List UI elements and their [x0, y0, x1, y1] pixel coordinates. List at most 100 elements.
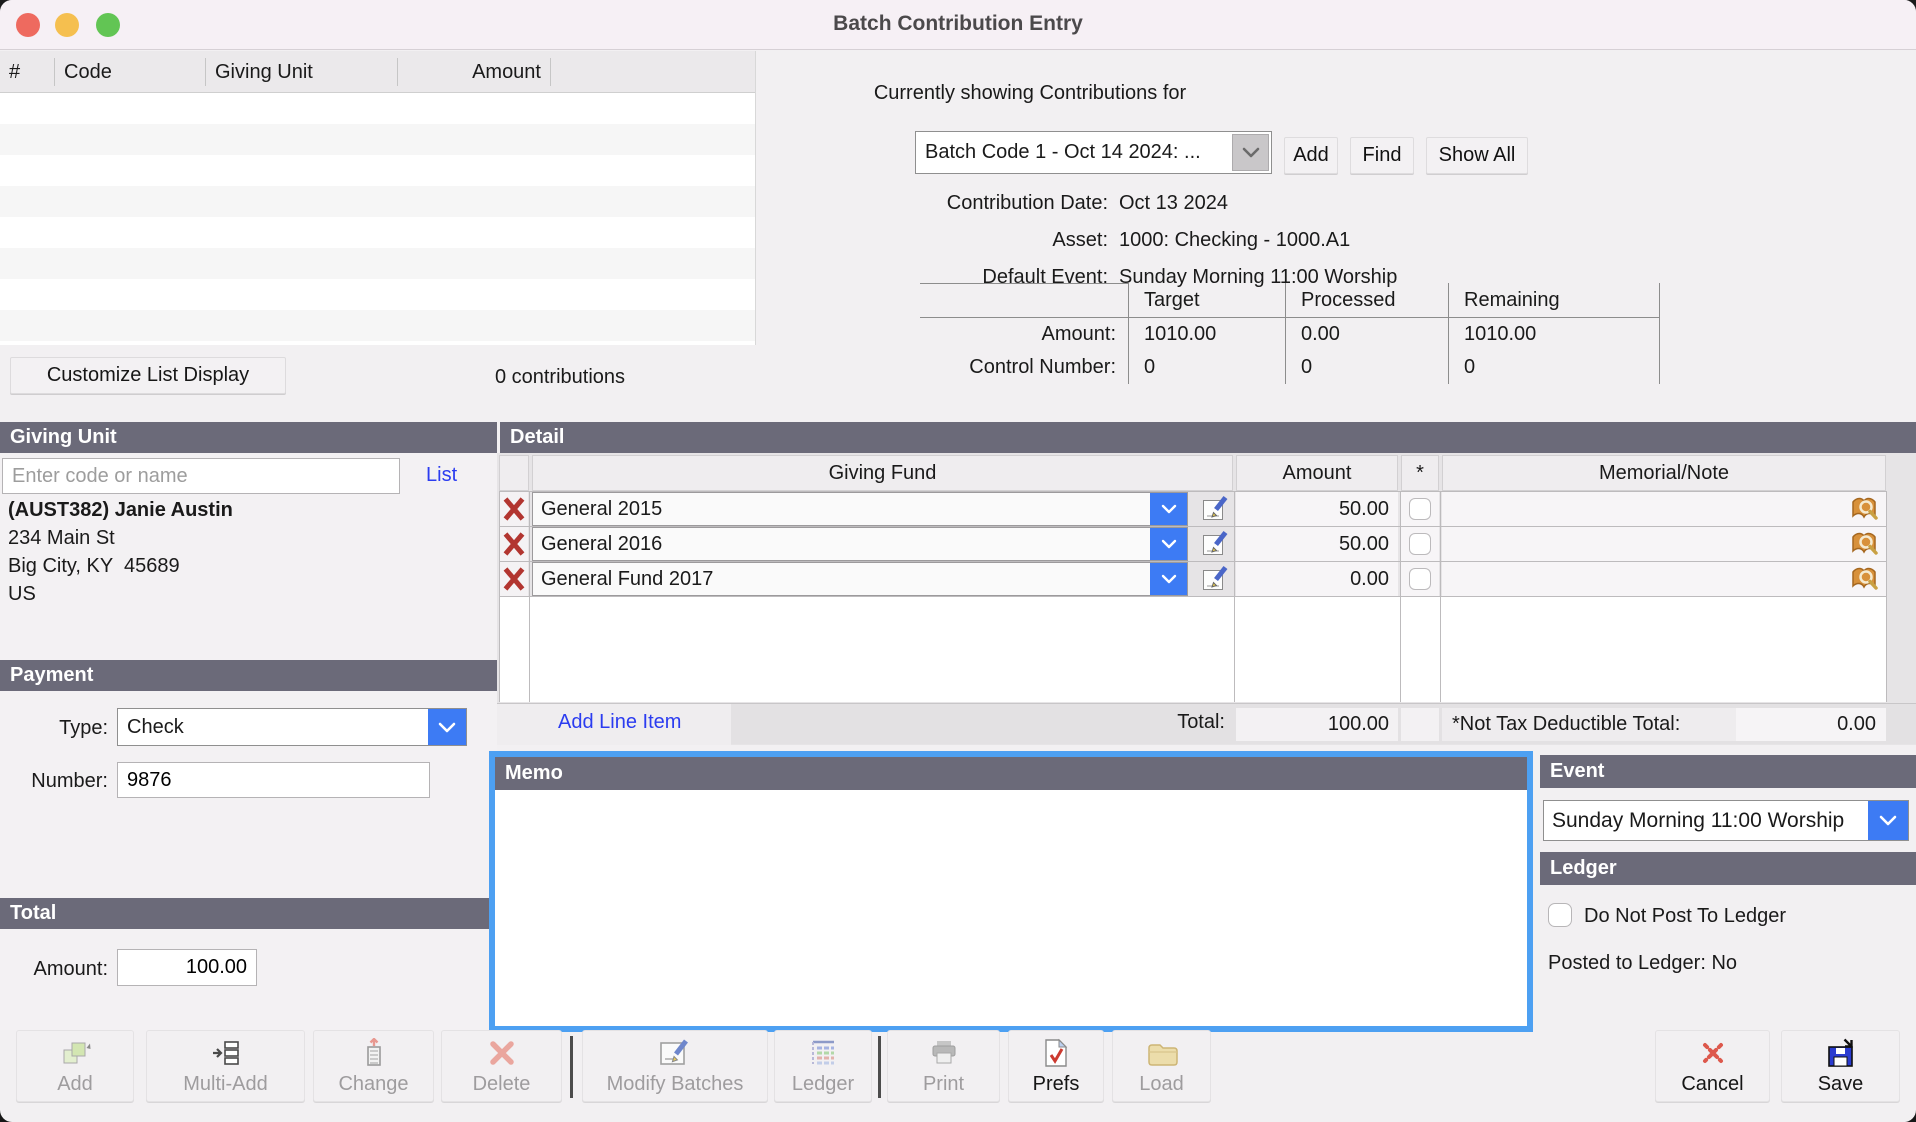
find-batch-button[interactable]: Find — [1350, 137, 1414, 174]
column-header-amount[interactable]: Amount — [398, 58, 551, 86]
line-amount-cell[interactable]: 50.00 — [1236, 492, 1398, 526]
titlebar: Batch Contribution Entry — [0, 0, 1916, 50]
checkbox[interactable] — [1409, 498, 1431, 520]
divider — [499, 526, 1886, 527]
divider — [499, 491, 1886, 492]
contribution-date-row: Contribution Date: Oct 13 2024 — [756, 188, 1556, 218]
do-not-post-checkbox[interactable] — [1548, 903, 1572, 927]
summary-control-remaining: 0 — [1448, 351, 1660, 384]
line-amount-cell[interactable]: 0.00 — [1236, 562, 1398, 596]
not-tax-deductible-checkbox[interactable] — [1401, 562, 1439, 596]
checkbox[interactable] — [1409, 568, 1431, 590]
contribution-date-value: Oct 13 2024 — [1119, 192, 1228, 215]
summary-col-remaining: Remaining — [1448, 283, 1660, 318]
asset-row: Asset: 1000: Checking - 1000.A1 — [756, 225, 1556, 255]
summary-control-target: 0 — [1128, 351, 1285, 384]
summary-col-processed: Processed — [1285, 283, 1448, 318]
memorial-note-cell[interactable] — [1442, 562, 1886, 596]
payment-number-label: Number: — [0, 770, 108, 793]
contribution-date-label: Contribution Date: — [756, 192, 1108, 215]
edit-fund-button[interactable] — [1197, 493, 1230, 525]
giving-fund-value: General 2015 — [533, 498, 1150, 521]
save-button[interactable]: Save — [1781, 1030, 1900, 1102]
delete-button[interactable]: Delete — [441, 1030, 562, 1102]
folder-icon — [1145, 1036, 1179, 1070]
ledger-button[interactable]: Ledger — [774, 1030, 872, 1102]
not-tax-deductible-label: *Not Tax Deductible Total: — [1442, 713, 1736, 736]
change-button[interactable]: Change — [313, 1030, 434, 1102]
print-button[interactable]: Print — [887, 1030, 1000, 1102]
chevron-down-icon — [1150, 528, 1187, 560]
column-header-number[interactable]: # — [0, 58, 55, 86]
detail-footer-left: Add Line Item — [497, 704, 731, 745]
giving-unit-search-input[interactable] — [2, 458, 400, 494]
divider — [499, 596, 1886, 597]
chevron-down-icon — [1868, 801, 1908, 840]
summary-amount-label: Amount: — [920, 318, 1128, 351]
multi-add-button[interactable]: Multi-Add — [146, 1030, 305, 1102]
batch-selector[interactable]: Batch Code 1 - Oct 14 2024: ... — [915, 131, 1272, 174]
toolbar-separator — [570, 1036, 573, 1098]
column-header-code[interactable]: Code — [55, 58, 206, 86]
chevron-down-icon — [1150, 493, 1187, 525]
add-batch-button[interactable]: Add — [1284, 137, 1338, 174]
delete-line-button[interactable] — [500, 492, 528, 526]
batch-summary-table: Target Processed Remaining Amount: 1010.… — [920, 283, 1660, 384]
total-amount-label: Amount: — [0, 958, 108, 981]
payment-type-select[interactable]: Check — [117, 708, 467, 746]
not-tax-deductible-checkbox[interactable] — [1401, 527, 1439, 561]
modify-batches-button[interactable]: Modify Batches — [582, 1030, 768, 1102]
giving-unit-list-link[interactable]: List — [426, 464, 457, 487]
giving-unit-address-line: Big City, KY 45689 — [8, 552, 233, 580]
detail-fund-column-header: Giving Fund — [532, 455, 1233, 491]
memo-textarea[interactable] — [495, 790, 1527, 1026]
line-amount-cell[interactable]: 50.00 — [1236, 527, 1398, 561]
column-header-giving-unit[interactable]: Giving Unit — [206, 58, 398, 86]
change-icon — [359, 1036, 389, 1070]
giving-unit-info: (AUST382) Janie Austin 234 Main St Big C… — [8, 496, 233, 608]
detail-footer: Add Line Item Total: 100.00 *Not Tax Ded… — [497, 703, 1916, 744]
memorial-search-icon[interactable] — [1850, 495, 1880, 523]
delete-line-button[interactable] — [500, 562, 528, 596]
edit-fund-button[interactable] — [1197, 528, 1230, 560]
total-amount-input[interactable] — [117, 949, 257, 986]
edit-fund-button[interactable] — [1197, 563, 1230, 595]
chevron-down-icon — [428, 709, 466, 745]
payment-number-input[interactable] — [117, 762, 430, 798]
giving-fund-select[interactable]: General Fund 2017 — [532, 562, 1188, 596]
detail-star-column-header: * — [1401, 455, 1439, 491]
memorial-search-icon[interactable] — [1850, 565, 1880, 593]
detail-section-header: Detail — [500, 422, 1916, 453]
delete-line-button[interactable] — [500, 527, 528, 561]
add-icon — [59, 1036, 91, 1070]
contributions-list: # Code Giving Unit Amount — [0, 51, 756, 345]
contributions-list-body[interactable] — [0, 93, 755, 345]
cancel-button[interactable]: Cancel — [1655, 1030, 1770, 1102]
detail-empty-area — [499, 597, 1886, 702]
summary-control-processed: 0 — [1285, 351, 1448, 384]
event-select[interactable]: Sunday Morning 11:00 Worship — [1543, 800, 1909, 841]
giving-fund-select[interactable]: General 2016 — [532, 527, 1188, 561]
multi-add-icon — [210, 1036, 242, 1070]
show-all-batches-button[interactable]: Show All — [1426, 137, 1528, 174]
cancel-x-icon — [1698, 1036, 1728, 1070]
add-contribution-button[interactable]: Add — [16, 1030, 134, 1102]
memorial-note-cell[interactable] — [1442, 527, 1886, 561]
detail-row: General Fund 2017 0.00 — [497, 562, 1916, 596]
do-not-post-label: Do Not Post To Ledger — [1584, 905, 1786, 928]
summary-col-target: Target — [1128, 283, 1285, 318]
not-tax-deductible-checkbox[interactable] — [1401, 492, 1439, 526]
toolbar-separator — [878, 1036, 881, 1098]
prefs-button[interactable]: Prefs — [1008, 1030, 1104, 1102]
checkbox[interactable] — [1409, 533, 1431, 555]
add-line-item-link[interactable]: Add Line Item — [558, 711, 681, 734]
giving-fund-select[interactable]: General 2015 — [532, 492, 1188, 526]
memorial-note-cell[interactable] — [1442, 492, 1886, 526]
contribution-count-text: 0 contributions — [430, 366, 690, 389]
memorial-search-icon[interactable] — [1850, 530, 1880, 558]
detail-delete-column-header — [499, 455, 529, 491]
detail-memorial-column-header: Memorial/Note — [1442, 455, 1886, 491]
load-button[interactable]: Load — [1112, 1030, 1211, 1102]
detail-footer-star-cell — [1401, 708, 1439, 741]
customize-list-display-button[interactable]: Customize List Display — [10, 357, 286, 394]
